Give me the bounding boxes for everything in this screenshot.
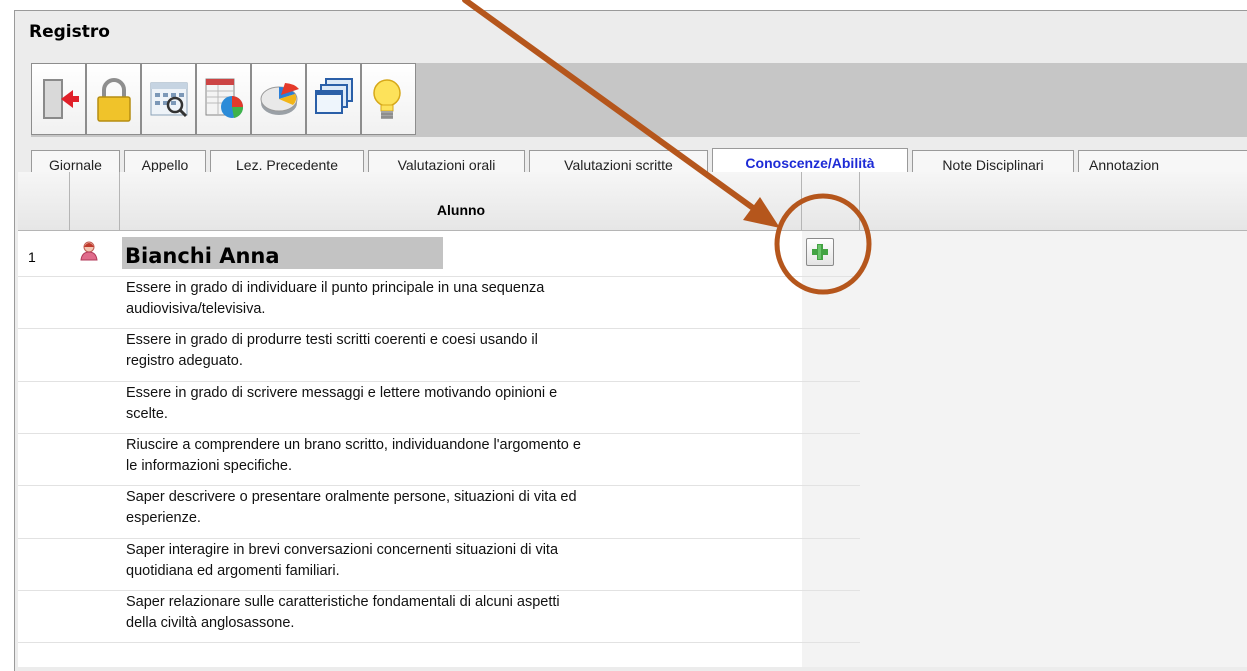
windows-button[interactable] [306, 63, 361, 135]
student-name[interactable]: Bianchi Anna [122, 237, 443, 269]
grid-header: Alunno [18, 172, 1247, 231]
pie-chart-button[interactable] [251, 63, 306, 135]
ability-item: Saper relazionare sulle caratteristiche … [126, 594, 560, 631]
calendar-search-icon [150, 82, 188, 118]
table-pie-chart-icon [205, 78, 244, 118]
tips-button[interactable] [361, 63, 416, 135]
ability-item: Essere in grado di scrivere messaggi e l… [126, 385, 558, 422]
toolbar [31, 63, 1247, 137]
table-chart-button[interactable] [196, 63, 251, 135]
add-button[interactable] [806, 238, 834, 266]
ability-item: Saper descrivere o presentare oralmente … [126, 489, 577, 526]
ability-item: Riuscire a comprendere un brano scritto,… [126, 437, 581, 474]
exit-door-icon [43, 79, 79, 119]
lightbulb-icon [373, 79, 401, 119]
female-student-icon [80, 241, 98, 261]
pie-chart-icon [260, 83, 299, 115]
student-grid: Alunno 1 Bianchi Anna Essere in grado di… [18, 172, 1247, 667]
title-bar: Registro [15, 11, 1247, 59]
window-title: Registro [29, 22, 110, 42]
ability-item: Essere in grado di produrre testi scritt… [126, 332, 538, 369]
lock-button[interactable] [86, 63, 141, 135]
padlock-icon [97, 78, 131, 122]
windows-stack-icon [315, 78, 353, 114]
green-plus-icon [812, 244, 828, 260]
exit-button[interactable] [31, 63, 86, 135]
calendar-search-button[interactable] [141, 63, 196, 135]
student-number: 1 [28, 249, 36, 265]
ability-item: Essere in grado di individuare il punto … [126, 280, 545, 317]
alunno-header[interactable]: Alunno [120, 202, 802, 218]
student-row[interactable]: 1 Bianchi Anna [18, 233, 860, 273]
ability-item: Saper interagire in brevi conversazioni … [126, 542, 559, 579]
